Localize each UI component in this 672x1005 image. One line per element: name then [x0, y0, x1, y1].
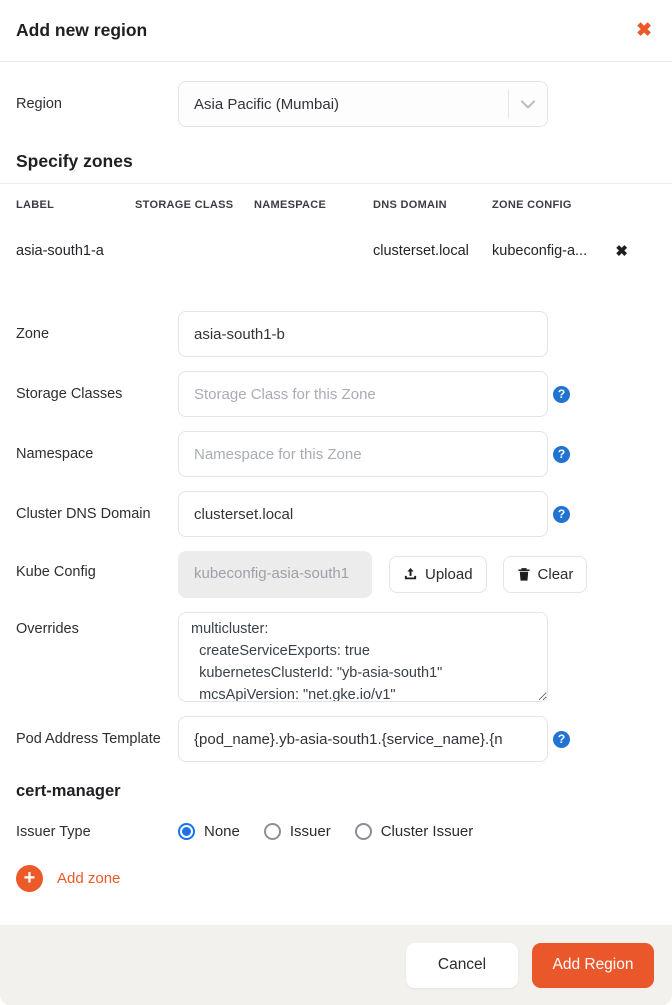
cancel-button[interactable]: Cancel: [406, 942, 518, 988]
namespace-field-row: Namespace ?: [16, 431, 656, 477]
kube-config-label: Kube Config: [16, 564, 96, 580]
region-select-value: Asia Pacific (Mumbai): [194, 95, 340, 113]
modal-header: Add new region ✖: [0, 0, 672, 62]
add-zone-label: Add zone: [57, 870, 121, 887]
storage-classes-field-row: Storage Classes ?: [16, 371, 656, 417]
col-header-label: LABEL: [16, 199, 55, 211]
cell-dns-domain: clusterset.local: [373, 243, 469, 259]
issuer-type-field-row: Issuer Type None Issuer Cluster Issuer: [16, 823, 656, 840]
zone-input[interactable]: [178, 311, 548, 357]
overrides-label: Overrides: [16, 621, 79, 637]
remove-zone-icon[interactable]: ✖: [615, 242, 656, 260]
storage-classes-input[interactable]: [178, 371, 548, 417]
clear-button[interactable]: Clear: [502, 556, 588, 593]
overrides-field-row: Overrides multicluster: createServiceExp…: [16, 612, 656, 702]
help-icon[interactable]: ?: [553, 385, 570, 403]
trash-icon: [517, 567, 531, 582]
modal-title: Add new region: [16, 20, 148, 40]
issuer-type-label: Issuer Type: [16, 823, 91, 840]
issuer-type-radio-group: None Issuer Cluster Issuer: [178, 823, 473, 840]
pod-address-template-label: Pod Address Template: [16, 730, 161, 747]
upload-icon: [403, 567, 418, 582]
zone-table-row: asia-south1-a clusterset.local kubeconfi…: [16, 242, 656, 260]
radio-icon: [354, 823, 372, 840]
kube-config-field-row: Kube Config kubeconfig-asia-south1 Uploa…: [16, 551, 656, 598]
modal-body: Region Asia Pacific (Mumbai) Specify zon…: [0, 81, 672, 892]
cell-zone-config: kubeconfig-a...: [492, 243, 588, 259]
region-field-row: Region Asia Pacific (Mumbai): [16, 81, 656, 127]
radio-icon: [178, 823, 195, 840]
radio-option-label: None: [204, 823, 240, 840]
zone-field-row: Zone: [16, 311, 656, 357]
chevron-down-icon: [509, 100, 547, 109]
region-label: Region: [16, 96, 62, 112]
modal-footer: Cancel Add Region: [0, 925, 672, 1005]
add-zone-button[interactable]: + Add zone: [16, 865, 656, 892]
storage-classes-label: Storage Classes: [16, 386, 123, 402]
col-header-zone-config: ZONE CONFIG: [492, 199, 572, 211]
pod-address-template-field-row: Pod Address Template ?: [16, 716, 656, 762]
help-icon[interactable]: ?: [553, 505, 570, 523]
radio-option-label: Issuer: [289, 823, 331, 840]
dns-domain-input[interactable]: [178, 491, 548, 537]
upload-button[interactable]: Upload: [389, 556, 487, 593]
section-divider: [0, 183, 672, 184]
kube-config-filename: kubeconfig-asia-south1: [178, 551, 372, 598]
pod-address-template-input[interactable]: [178, 716, 548, 762]
plus-icon: +: [16, 865, 43, 892]
region-select[interactable]: Asia Pacific (Mumbai): [178, 81, 548, 127]
radio-option-cluster-issuer[interactable]: Cluster Issuer: [354, 823, 474, 840]
add-region-button[interactable]: Add Region: [532, 942, 654, 988]
overrides-textarea[interactable]: multicluster: createServiceExports: true…: [178, 612, 548, 702]
clear-button-label: Clear: [537, 566, 574, 583]
col-header-storage-class: STORAGE CLASS: [135, 199, 234, 211]
radio-option-issuer[interactable]: Issuer: [263, 823, 331, 840]
radio-option-label: Cluster Issuer: [380, 823, 474, 840]
zone-label: Zone: [16, 326, 50, 342]
kube-config-actions: Upload Clear: [389, 556, 588, 593]
dns-domain-field-row: Cluster DNS Domain ?: [16, 491, 656, 537]
col-header-dns-domain: DNS DOMAIN: [373, 199, 447, 211]
namespace-input[interactable]: [178, 431, 548, 477]
dns-domain-label: Cluster DNS Domain: [16, 506, 151, 522]
namespace-label: Namespace: [16, 446, 94, 462]
cell-zone-label: asia-south1-a: [16, 243, 104, 259]
col-header-namespace: NAMESPACE: [254, 199, 327, 211]
specify-zones-heading: Specify zones: [16, 151, 133, 171]
radio-icon: [263, 823, 281, 840]
help-icon[interactable]: ?: [553, 445, 570, 463]
zones-table-header: LABEL STORAGE CLASS NAMESPACE DNS DOMAIN…: [16, 199, 656, 211]
radio-option-none[interactable]: None: [178, 823, 240, 840]
close-icon[interactable]: ✖: [636, 21, 652, 40]
add-region-modal: Add new region ✖ Region Asia Pacific (Mu…: [0, 0, 672, 1005]
cert-manager-heading: cert-manager: [16, 782, 121, 800]
upload-button-label: Upload: [425, 566, 473, 583]
help-icon[interactable]: ?: [553, 730, 570, 748]
